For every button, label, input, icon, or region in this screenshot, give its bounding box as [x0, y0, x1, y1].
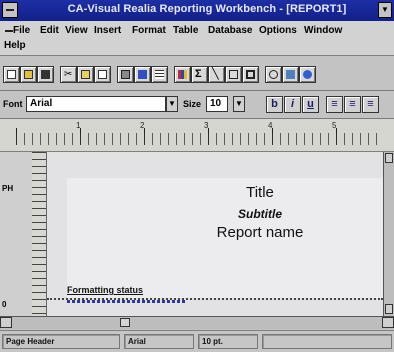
menu-options[interactable]: Options — [259, 25, 297, 36]
menu-database[interactable]: Database — [208, 25, 252, 36]
align-right-button[interactable]: ≡ — [362, 96, 379, 113]
size-dropdown-button[interactable]: ▼ — [233, 96, 245, 112]
sum-button[interactable]: Σ — [191, 66, 208, 83]
align-right-icon: ≡ — [367, 98, 374, 110]
formatting-status-field[interactable]: Formatting status — [67, 285, 143, 295]
align-left-button[interactable]: ≡ — [326, 96, 343, 113]
print-preview-button[interactable] — [134, 66, 151, 83]
menu-insert[interactable]: Insert — [94, 25, 121, 36]
print-icon — [121, 70, 130, 79]
vertical-scrollbar[interactable] — [383, 152, 394, 316]
zoom-button[interactable] — [265, 66, 282, 83]
align-left-icon: ≡ — [331, 98, 338, 110]
menu-bar: File Edit View Insert Format Table Datab… — [0, 21, 394, 56]
rectangle-button[interactable] — [225, 66, 242, 83]
chevron-down-icon: ▼ — [168, 99, 176, 108]
menu-view[interactable]: View — [65, 25, 88, 36]
size-label: Size — [183, 99, 202, 109]
table-button[interactable] — [151, 66, 168, 83]
system-menu-button[interactable] — [2, 2, 18, 18]
ruler-number: 1 — [76, 121, 81, 130]
status-font: Arial — [124, 334, 194, 349]
copy-icon — [81, 70, 90, 79]
paste-button[interactable] — [94, 66, 111, 83]
horizontal-scrollbar[interactable] — [0, 316, 394, 329]
vertical-ruler — [32, 152, 47, 316]
print-button[interactable] — [117, 66, 134, 83]
line-icon: ╲ — [212, 68, 219, 80]
sum-icon: Σ — [195, 68, 202, 80]
picture-icon — [286, 70, 295, 79]
help-icon — [303, 70, 312, 79]
cut-button[interactable]: ✂ — [60, 66, 77, 83]
help-button[interactable] — [299, 66, 316, 83]
band-label-page-header[interactable]: PH — [2, 184, 13, 193]
align-center-icon: ≡ — [349, 98, 356, 110]
print-preview-icon — [138, 70, 147, 79]
menu-file[interactable]: File — [13, 25, 30, 36]
bold-button[interactable]: b — [266, 96, 283, 113]
font-name-field[interactable]: Arial — [26, 96, 166, 112]
paste-icon — [98, 70, 107, 79]
menu-window[interactable]: Window — [304, 25, 342, 36]
line-button[interactable]: ╲ — [208, 66, 225, 83]
new-icon — [7, 70, 16, 79]
status-bar: Page Header Arial 10 pt. — [0, 330, 394, 352]
report-subtitle-text[interactable]: Subtitle — [47, 207, 383, 221]
italic-button[interactable]: i — [284, 96, 301, 113]
band-label-detail[interactable]: 0 — [2, 300, 6, 309]
align-center-button[interactable]: ≡ — [344, 96, 361, 113]
horizontal-ruler: 1 2 3 4 5 — [0, 119, 394, 152]
scroll-thumb[interactable] — [120, 318, 130, 327]
font-bar: Font Arial ▼ Size 10 ▼ b i u ≡ ≡ ≡ — [0, 91, 394, 119]
chart-button[interactable] — [174, 66, 191, 83]
ruler-number: 4 — [268, 121, 273, 130]
menu-table[interactable]: Table — [173, 25, 198, 36]
status-empty — [262, 334, 392, 349]
save-icon — [41, 70, 50, 79]
chart-icon — [178, 70, 187, 79]
font-label: Font — [3, 99, 23, 109]
field-button[interactable] — [242, 66, 259, 83]
title-bar: CA-Visual Realia Reporting Workbench - [… — [0, 0, 394, 21]
zoom-icon — [269, 70, 278, 79]
new-button[interactable] — [3, 66, 20, 83]
picture-button[interactable] — [282, 66, 299, 83]
ruler-minor-ticks — [16, 133, 384, 145]
window-title: CA-Visual Realia Reporting Workbench - [… — [67, 3, 347, 15]
report-title-text[interactable]: Title — [47, 184, 383, 201]
detail-field-marker[interactable] — [67, 300, 187, 303]
toolbar: ✂ Σ ╲ — [0, 56, 394, 91]
application-window: CA-Visual Realia Reporting Workbench - [… — [0, 0, 394, 352]
cut-icon: ✂ — [64, 69, 73, 80]
band-gutter: PH 0 — [0, 152, 33, 316]
ruler-number: 5 — [332, 121, 337, 130]
doc-control-icon[interactable] — [2, 24, 13, 38]
minimize-button[interactable]: ▼ — [378, 2, 392, 18]
open-button[interactable] — [20, 66, 37, 83]
menu-edit[interactable]: Edit — [40, 25, 59, 36]
copy-button[interactable] — [77, 66, 94, 83]
menu-format[interactable]: Format — [132, 25, 166, 36]
font-size-field[interactable]: 10 — [206, 96, 228, 112]
menu-help[interactable]: Help — [4, 40, 26, 51]
underline-button[interactable]: u — [302, 96, 319, 113]
ruler-number: 3 — [204, 121, 209, 130]
ruler-number: 2 — [140, 121, 145, 130]
scroll-left-arrow[interactable] — [0, 317, 12, 328]
rectangle-icon — [229, 70, 238, 79]
scroll-right-arrow[interactable] — [382, 317, 394, 328]
font-dropdown-button[interactable]: ▼ — [166, 96, 178, 112]
chevron-down-icon: ▼ — [235, 99, 243, 108]
table-icon — [155, 70, 164, 79]
report-name-text[interactable]: Report name — [47, 224, 383, 241]
open-icon — [24, 70, 33, 79]
save-button[interactable] — [37, 66, 54, 83]
field-icon — [246, 70, 255, 79]
scroll-down-arrow[interactable] — [385, 304, 393, 314]
status-section: Page Header — [2, 334, 120, 349]
status-size: 10 pt. — [198, 334, 258, 349]
scroll-up-arrow[interactable] — [385, 153, 393, 163]
